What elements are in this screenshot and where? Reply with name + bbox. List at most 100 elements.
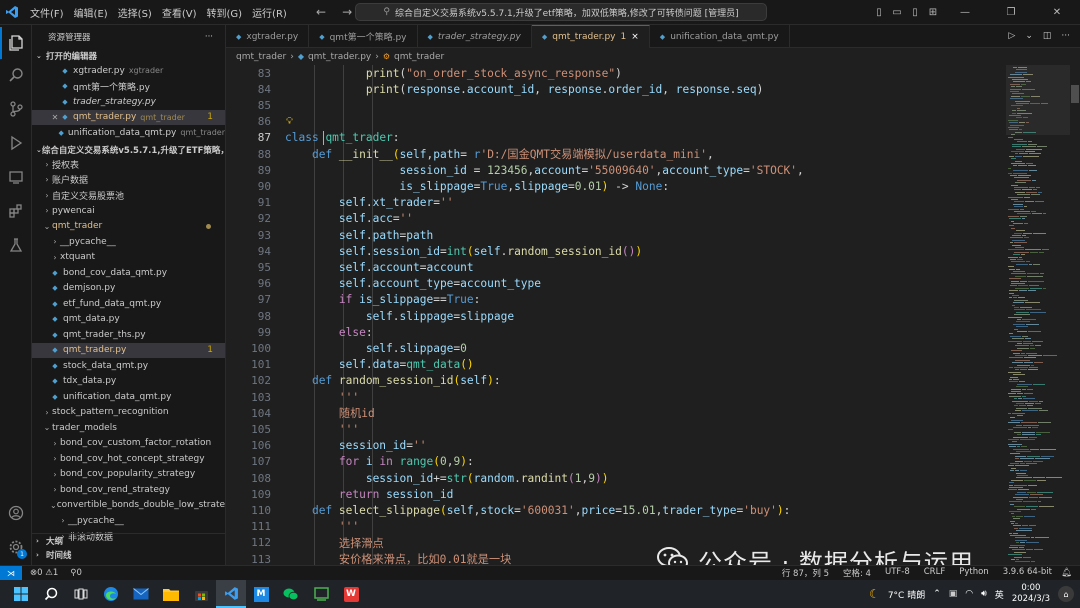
menu-item[interactable]: 查看(V) <box>162 5 197 20</box>
search-sidebar-icon[interactable] <box>0 59 32 91</box>
tree-item[interactable]: › pywencai <box>32 203 225 219</box>
open-editors-section[interactable]: ⌄ 打开的编辑器 <box>32 49 225 63</box>
code-line[interactable]: 92 self.acc='' <box>226 211 1006 227</box>
code-editor[interactable]: 83 print("on_order_stock_async_response"… <box>226 65 1006 565</box>
tree-item[interactable]: ⌄ trader_models <box>32 420 225 436</box>
store-icon[interactable] <box>186 580 216 608</box>
tree-item[interactable]: ◆ qmt_trader_ths.py <box>32 327 225 343</box>
close-window-button[interactable]: ✕ <box>1034 7 1080 18</box>
source-control-icon[interactable] <box>0 93 32 125</box>
code-line[interactable]: 95 self.account=account <box>226 259 1006 275</box>
code-line[interactable]: 97 if is_slippage==True: <box>226 292 1006 308</box>
tree-item[interactable]: ◆ bond_cov_data_qmt.py <box>32 265 225 281</box>
clock[interactable]: 0:00 2024/3/3 <box>1012 583 1050 605</box>
taskbar-search-icon[interactable] <box>36 580 66 608</box>
code-line[interactable]: 90 is_slippage=True,slippage=0.01) -> No… <box>226 178 1006 194</box>
code-line[interactable]: 108 session_id+=str(random.randint(1,9)) <box>226 470 1006 486</box>
code-line[interactable]: 111 ''' <box>226 519 1006 535</box>
tray-app-icon[interactable]: ▣ <box>949 589 958 599</box>
menu-item[interactable]: 编辑(E) <box>74 5 108 20</box>
minimap[interactable] <box>1006 65 1070 565</box>
chevron-up-icon[interactable]: ⌃ <box>933 589 941 599</box>
wifi-icon[interactable]: ◠ <box>965 589 973 599</box>
tree-item[interactable]: ◆ etf_fund_data_qmt.py <box>32 296 225 312</box>
code-line[interactable]: 96 self.account_type=account_type <box>226 276 1006 292</box>
cursor-position[interactable]: 行 87，列 5 <box>782 567 829 579</box>
customize-layout-icon[interactable]: ⊞ <box>924 7 942 18</box>
trading-app-icon[interactable] <box>306 580 336 608</box>
encoding[interactable]: UTF-8 <box>885 567 910 579</box>
close-icon[interactable]: × <box>631 32 639 42</box>
menu-item[interactable]: 文件(F) <box>30 5 64 20</box>
open-editor-item[interactable]: ◆ trader_strategy.py <box>32 94 225 110</box>
editor-tab[interactable]: ◆ qmt_trader.py 1 × <box>531 25 650 48</box>
run-python-file-icon[interactable]: ▷ <box>1008 31 1015 41</box>
open-editor-item[interactable]: ◆ unification_data_qmt.py qmt_trader <box>32 125 225 141</box>
code-line[interactable]: 99 else: <box>226 324 1006 340</box>
menu-item[interactable]: 选择(S) <box>118 5 152 20</box>
timeline-section[interactable]: › 时间线 <box>32 548 225 562</box>
code-line[interactable]: 103 ''' <box>226 389 1006 405</box>
menu-item[interactable]: 运行(R) <box>252 5 287 20</box>
tree-item[interactable]: › 授权表 <box>32 157 225 173</box>
code-line[interactable]: 98 self.slippage=slippage <box>226 308 1006 324</box>
editor-tab[interactable]: ◆ xgtrader.py <box>226 25 310 48</box>
outline-section[interactable]: › 大纲 <box>32 534 225 548</box>
scrollbar-thumb[interactable] <box>1071 85 1079 103</box>
tree-item[interactable]: ◆ tdx_data.py <box>32 374 225 390</box>
minimap-viewport[interactable] <box>1006 65 1070 135</box>
toggle-panel-icon[interactable]: ▭ <box>888 7 906 18</box>
code-line[interactable]: 84 print(response.account_id, response.o… <box>226 81 1006 97</box>
notifications-bell-icon[interactable]: 🔔︎ <box>1061 568 1072 578</box>
notification-center-icon[interactable]: ⌂ <box>1058 586 1074 602</box>
extensions-icon[interactable] <box>0 195 32 227</box>
editor-tab[interactable]: ◆ trader_strategy.py <box>418 25 532 48</box>
wechat-taskbar-icon[interactable] <box>276 580 306 608</box>
run-debug-icon[interactable] <box>0 127 32 159</box>
open-editor-item[interactable]: ◆ qmt第一个策略.py <box>32 79 225 95</box>
breadcrumb-file[interactable]: qmt_trader.py <box>308 52 371 62</box>
code-line[interactable]: 109 return session_id <box>226 486 1006 502</box>
tree-item[interactable]: ⌄ qmt_trader <box>32 219 225 235</box>
remote-indicator-icon[interactable]: ⋊ <box>0 565 22 581</box>
more-actions-icon[interactable]: ··· <box>205 32 213 42</box>
tree-item[interactable]: ◆ qmt_trader.py 1 <box>32 342 225 358</box>
more-actions-icon[interactable]: ··· <box>1061 31 1070 41</box>
open-editor-item[interactable]: ◆ xgtrader.py xgtrader <box>32 63 225 79</box>
indentation[interactable]: 空格: 4 <box>843 567 871 579</box>
tree-item[interactable]: ◆ stock_data_qmt.py <box>32 358 225 374</box>
tree-item[interactable]: › xtquant <box>32 250 225 266</box>
tree-item[interactable]: › stock_pattern_recognition <box>32 405 225 421</box>
account-icon[interactable] <box>0 497 32 529</box>
breadcrumb-symbol[interactable]: qmt_trader <box>394 52 444 62</box>
code-line[interactable]: 86 💡︎ <box>226 114 1006 130</box>
volume-icon[interactable]: 🔊︎ <box>981 589 987 599</box>
vertical-scrollbar[interactable] <box>1070 65 1080 565</box>
windows-start-icon[interactable] <box>6 580 36 608</box>
task-view-icon[interactable] <box>66 580 96 608</box>
mail-icon[interactable] <box>126 580 156 608</box>
code-line[interactable]: 94 self.session_id=int(self.random_sessi… <box>226 243 1006 259</box>
code-line[interactable]: 85 <box>226 97 1006 113</box>
tree-item[interactable]: › bond_cov_rend_strategy <box>32 482 225 498</box>
code-line[interactable]: 110 def select_slippage(self,stock='6000… <box>226 502 1006 518</box>
chevron-down-icon[interactable]: ⌄ <box>1025 31 1033 41</box>
remote-explorer-icon[interactable] <box>0 161 32 193</box>
tree-item[interactable]: › bond_cov_custom_factor_rotation <box>32 436 225 452</box>
vscode-taskbar-icon[interactable] <box>216 580 246 608</box>
problems-indicator[interactable]: ⊗0 ⚠1 <box>30 568 58 578</box>
tree-item[interactable]: › bond_cov_hot_concept_strategy <box>32 451 225 467</box>
code-line[interactable]: 104 随机id <box>226 405 1006 421</box>
code-line[interactable]: 87 class qmt_trader: <box>226 130 1006 146</box>
tree-item[interactable]: › __pycache__ <box>32 513 225 529</box>
file-explorer-icon[interactable] <box>156 580 186 608</box>
minimize-button[interactable]: — <box>942 7 988 18</box>
maximize-button[interactable]: ❐ <box>988 7 1034 18</box>
tree-item[interactable]: ◆ unification_data_qmt.py <box>32 389 225 405</box>
tree-item[interactable]: › bond_cov_popularity_strategy <box>32 467 225 483</box>
command-center[interactable]: ⚲ 综合自定义交易系统v5.5.7.1,升级了etf策略，加双低策略,修改了可转… <box>355 3 767 21</box>
weather-text[interactable]: 7°C 晴朗 <box>888 588 925 601</box>
end-of-line[interactable]: CRLF <box>924 567 945 579</box>
code-line[interactable]: 88 def __init__(self,path= r'D:/国金QMT交易端… <box>226 146 1006 162</box>
forward-arrow-icon[interactable]: → <box>342 5 352 19</box>
